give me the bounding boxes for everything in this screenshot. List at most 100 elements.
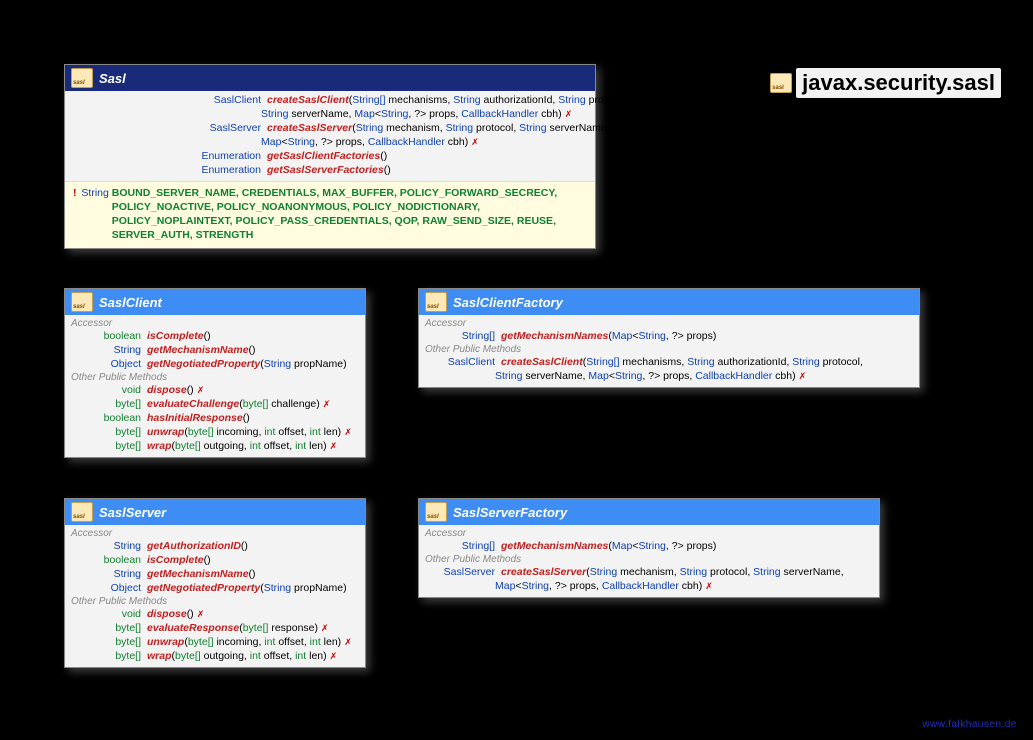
- method-row: voiddispose ()✗: [65, 383, 365, 397]
- card-header: SaslClient: [65, 289, 365, 315]
- method-name: isComplete: [147, 329, 204, 343]
- return-type: String: [71, 343, 147, 357]
- method-params: (byte[] response): [239, 621, 318, 635]
- return-type: Object: [71, 357, 147, 371]
- method-params: (): [384, 163, 391, 177]
- method-row: SaslServercreateSaslServer (String mecha…: [419, 565, 879, 579]
- final-marker: !: [73, 187, 79, 199]
- return-type: SaslServer: [425, 565, 501, 579]
- throws-marker: ✗: [320, 397, 331, 411]
- method-params: (String propName): [260, 581, 346, 595]
- class-title: SaslServerFactory: [453, 505, 567, 520]
- method-params: (Map<String, ?> props): [608, 539, 716, 553]
- package-name: javax.security.sasl: [796, 68, 1001, 98]
- class-card-saslclientfactory: SaslClientFactory Accessor String[]getMe…: [418, 288, 920, 388]
- method-name: unwrap: [147, 425, 184, 439]
- class-title: Sasl: [99, 71, 126, 86]
- method-row: ObjectgetNegotiatedProperty (String prop…: [65, 581, 365, 595]
- return-type: String: [71, 567, 147, 581]
- method-params: (byte[] incoming, int offset, int len): [184, 635, 341, 649]
- class-card-saslserver: SaslServer Accessor StringgetAuthorizati…: [64, 498, 366, 668]
- section-label: Accessor: [65, 317, 365, 329]
- throws-marker: ✗: [341, 425, 352, 439]
- method-params: (byte[] challenge): [239, 397, 320, 411]
- throws-marker: ✗: [468, 135, 479, 149]
- method-params: (Map<String, ?> props): [608, 329, 716, 343]
- class-title: SaslClientFactory: [453, 295, 563, 310]
- method-name: createSaslServer: [501, 565, 586, 579]
- method-name: createSaslServer: [267, 121, 352, 135]
- class-card-saslclient: SaslClient Accessor booleanisComplete ()…: [64, 288, 366, 458]
- class-title: SaslClient: [99, 295, 162, 310]
- class-icon: [71, 292, 93, 312]
- method-params: (String[] mechanisms, String authorizati…: [349, 93, 629, 107]
- card-body: SaslClientcreateSaslClient (String[] mec…: [65, 91, 595, 181]
- method-name: getMechanismNames: [501, 329, 608, 343]
- footer-link[interactable]: www.falkhausen.de: [922, 719, 1017, 730]
- method-params: (): [243, 411, 250, 425]
- method-row: byte[]unwrap (byte[] incoming, int offse…: [65, 425, 365, 439]
- method-row: EnumerationgetSaslServerFactories (): [65, 163, 595, 177]
- card-body: Accessor String[]getMechanismNames (Map<…: [419, 315, 919, 387]
- return-type: boolean: [71, 329, 147, 343]
- method-row: String serverName, Map<String, ?> props,…: [419, 369, 919, 383]
- throws-marker: ✗: [327, 649, 338, 663]
- class-icon: [425, 292, 447, 312]
- throws-marker: ✗: [318, 621, 329, 635]
- card-header: SaslClientFactory: [419, 289, 919, 315]
- constants-type: String: [81, 187, 108, 199]
- return-type: Object: [71, 581, 147, 595]
- method-row: String serverName, Map<String, ?> props,…: [65, 107, 595, 121]
- method-name: getSaslClientFactories: [267, 149, 380, 163]
- method-name: createSaslClient: [267, 93, 349, 107]
- method-name: getMechanismNames: [501, 539, 608, 553]
- method-name: getAuthorizationID: [147, 539, 241, 553]
- method-row: EnumerationgetSaslClientFactories (): [65, 149, 595, 163]
- method-params: (): [380, 149, 387, 163]
- section-label: Other Public Methods: [65, 371, 365, 383]
- section-label: Other Public Methods: [419, 553, 879, 565]
- return-type: SaslServer: [71, 121, 267, 135]
- throws-marker: ✗: [702, 579, 713, 593]
- return-type: byte[]: [71, 425, 147, 439]
- method-row: voiddispose ()✗: [65, 607, 365, 621]
- throws-marker: ✗: [327, 439, 338, 453]
- throws-marker: ✗: [562, 107, 573, 121]
- return-type: String[]: [425, 539, 501, 553]
- method-params: (String propName): [260, 357, 346, 371]
- method-params: Map<String, ?> props, CallbackHandler cb…: [495, 579, 702, 593]
- return-type: Enumeration: [71, 149, 267, 163]
- method-params: (): [249, 343, 256, 357]
- return-type: void: [71, 383, 147, 397]
- section-label: Other Public Methods: [419, 343, 919, 355]
- method-row: SaslServercreateSaslServer (String mecha…: [65, 121, 595, 135]
- class-icon: [425, 502, 447, 522]
- method-row: SaslClientcreateSaslClient (String[] mec…: [65, 93, 595, 107]
- method-params: (String[] mechanisms, String authorizati…: [583, 355, 863, 369]
- method-name: createSaslClient: [501, 355, 583, 369]
- method-name: getSaslServerFactories: [267, 163, 384, 177]
- throws-marker: ✗: [796, 369, 807, 383]
- method-row: booleanisComplete (): [65, 553, 365, 567]
- method-row: Map<String, ?> props, CallbackHandler cb…: [65, 135, 595, 149]
- method-name: unwrap: [147, 635, 184, 649]
- package-icon: [770, 73, 792, 93]
- throws-marker: ✗: [341, 635, 352, 649]
- return-type: byte[]: [71, 397, 147, 411]
- return-type: void: [71, 607, 147, 621]
- class-icon: [71, 68, 93, 88]
- card-body: Accessor String[]getMechanismNames (Map<…: [419, 525, 879, 597]
- card-body: Accessor StringgetAuthorizationID ()bool…: [65, 525, 365, 667]
- method-params: String serverName, Map<String, ?> props,…: [261, 107, 562, 121]
- class-card-saslserverfactory: SaslServerFactory Accessor String[]getMe…: [418, 498, 880, 598]
- throws-marker: ✗: [194, 607, 205, 621]
- section-label: Other Public Methods: [65, 595, 365, 607]
- method-name: hasInitialResponse: [147, 411, 243, 425]
- return-type: SaslClient: [425, 355, 501, 369]
- method-row: SaslClientcreateSaslClient (String[] mec…: [419, 355, 919, 369]
- method-row: booleanisComplete (): [65, 329, 365, 343]
- return-type: String[]: [425, 329, 501, 343]
- return-type: String: [71, 539, 147, 553]
- return-type: byte[]: [71, 649, 147, 663]
- method-name: getNegotiatedProperty: [147, 357, 260, 371]
